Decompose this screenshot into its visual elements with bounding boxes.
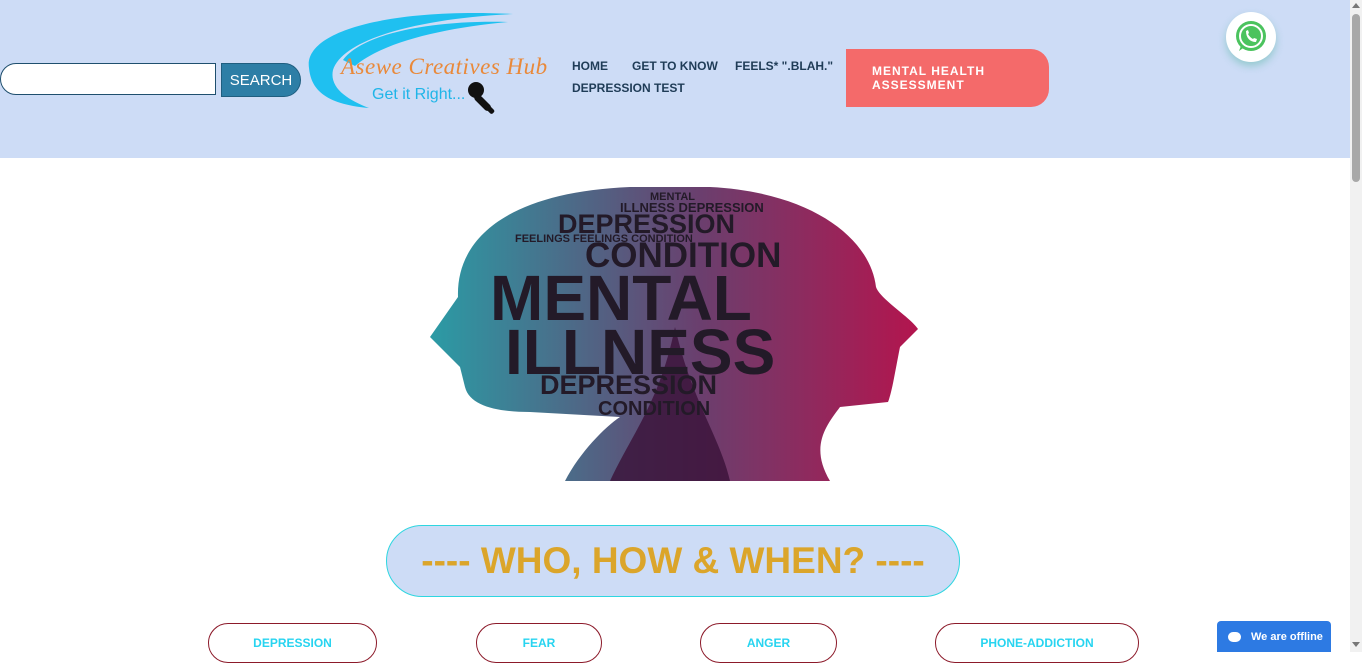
topic-label: FEAR (522, 636, 556, 650)
nav-depression-test[interactable]: DEPRESSION TEST (572, 81, 685, 95)
nav-home[interactable]: HOME (572, 59, 608, 73)
scroll-thumb[interactable] (1352, 14, 1360, 182)
scroll-down-arrow[interactable] (1352, 642, 1360, 647)
whatsapp-icon (1236, 21, 1266, 51)
chat-widget[interactable]: We are offline (1217, 621, 1331, 652)
mental-health-assessment-button[interactable]: MENTAL HEALTH ASSESSMENT (846, 49, 1049, 107)
site-logo[interactable]: Asewe Creatives Hub Get it Right... (303, 8, 558, 120)
word-condition-bottom: CONDITION (598, 398, 711, 420)
section-heading-box: ---- WHO, HOW & WHEN? ---- (386, 525, 960, 597)
topic-label: ANGER (746, 636, 791, 650)
word-cloud: MENTAL ILLNESS DEPRESSION DEPRESSION FEE… (430, 187, 918, 481)
topic-depression[interactable]: DEPRESSION (208, 623, 377, 663)
section-heading: ---- WHO, HOW & WHEN? ---- (421, 540, 925, 581)
topic-fear[interactable]: FEAR (476, 623, 602, 663)
site-header: SEARCH Asewe Creatives Hub Get it Right.… (0, 0, 1350, 158)
logo-tagline: Get it Right... (372, 86, 466, 103)
hero-image: MENTAL ILLNESS DEPRESSION DEPRESSION FEE… (430, 187, 918, 481)
logo-name: Asewe Creatives Hub (341, 54, 548, 79)
microphone-icon (468, 82, 495, 114)
scroll-up-arrow[interactable] (1352, 3, 1360, 8)
chat-status: We are offline (1251, 630, 1323, 643)
topic-label: DEPRESSION (253, 636, 332, 650)
assessment-label: MENTAL HEALTH ASSESSMENT (872, 64, 985, 92)
topic-label: PHONE-ADDICTION (980, 636, 1094, 650)
word-depression-bottom: DEPRESSION (540, 370, 718, 400)
nav-get-to-know[interactable]: GET TO KNOW (632, 59, 718, 73)
page-scrollbar[interactable] (1350, 0, 1362, 652)
search-button[interactable]: SEARCH (221, 63, 301, 97)
whatsapp-button[interactable] (1226, 12, 1276, 62)
topic-anger[interactable]: ANGER (700, 623, 837, 663)
search-input[interactable] (0, 63, 216, 95)
chat-bubble-icon (1228, 631, 1241, 642)
nav-feels-blah[interactable]: FEELS* ".BLAH." (735, 59, 833, 73)
topic-phone-addiction[interactable]: PHONE-ADDICTION (935, 623, 1139, 663)
